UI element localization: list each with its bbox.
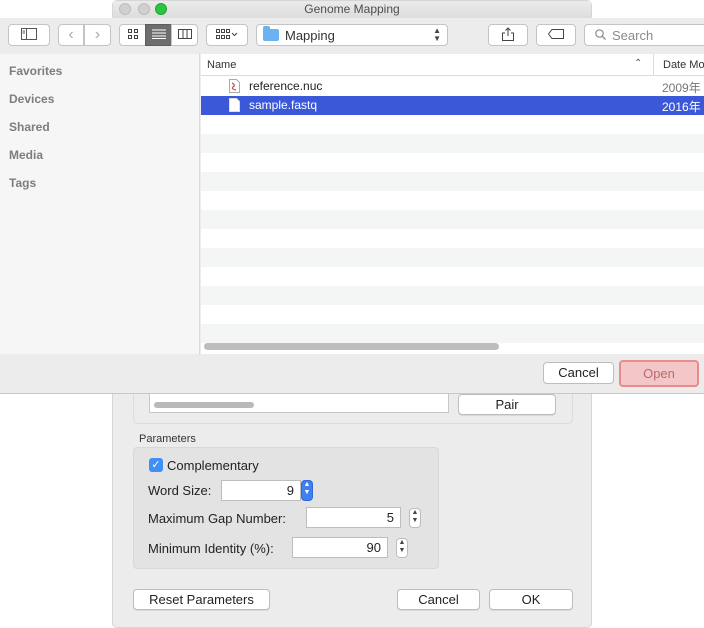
sidebar-item-devices[interactable]: Devices bbox=[9, 92, 54, 106]
date-column-header[interactable]: Date Mo bbox=[653, 54, 704, 76]
word-size-label: Word Size: bbox=[148, 483, 212, 498]
reset-parameters-button[interactable]: Reset Parameters bbox=[133, 589, 270, 610]
pair-button[interactable]: Pair bbox=[458, 394, 556, 415]
generic-file-icon bbox=[229, 98, 240, 112]
open-button[interactable]: Open bbox=[619, 360, 699, 387]
max-gap-label: Maximum Gap Number: bbox=[148, 511, 286, 526]
word-size-popup-arrows[interactable]: ▲ ▼ bbox=[301, 480, 313, 501]
folder-icon bbox=[263, 26, 279, 41]
sidebar-item-tags[interactable]: Tags bbox=[9, 176, 36, 190]
max-gap-field[interactable]: 5 bbox=[306, 507, 401, 528]
tags-button[interactable] bbox=[536, 24, 576, 46]
max-gap-stepper[interactable]: ▲ ▼ bbox=[409, 508, 421, 528]
empty-row bbox=[201, 172, 704, 191]
chevron-right-icon: › bbox=[94, 26, 101, 43]
close-window-button[interactable] bbox=[119, 3, 131, 15]
sidebar-item-media[interactable]: Media bbox=[9, 148, 43, 162]
name-column-header[interactable]: Name bbox=[207, 59, 236, 71]
file-list: Name ⌃ Date Mo reference.nuc 2009年 sampl… bbox=[201, 54, 704, 354]
tag-icon bbox=[547, 28, 564, 42]
word-size-field[interactable]: 9 bbox=[221, 480, 301, 501]
icon-view-icon bbox=[127, 28, 138, 42]
empty-row bbox=[201, 210, 704, 229]
search-placeholder: Search bbox=[612, 27, 654, 43]
sidebar-toggle-icon bbox=[21, 27, 37, 43]
empty-row bbox=[201, 286, 704, 305]
window-titlebar: Genome Mapping bbox=[113, 1, 591, 19]
dialog-ok-button[interactable]: OK bbox=[489, 589, 573, 610]
location-popup[interactable]: Mapping ▲ ▼ bbox=[256, 24, 448, 46]
sequence-list-scrollbar[interactable] bbox=[154, 402, 254, 408]
column-view-icon bbox=[177, 28, 192, 42]
arrange-menu-button[interactable] bbox=[206, 24, 248, 46]
empty-row bbox=[201, 324, 704, 343]
empty-row bbox=[201, 134, 704, 153]
parameters-group-label: Parameters bbox=[139, 433, 196, 445]
file-name: reference.nuc bbox=[249, 79, 323, 93]
search-icon bbox=[595, 28, 606, 43]
zoom-window-button[interactable] bbox=[155, 3, 167, 15]
min-identity-label: Minimum Identity (%): bbox=[148, 541, 274, 556]
min-identity-stepper[interactable]: ▲ ▼ bbox=[396, 538, 408, 558]
complementary-checkbox[interactable]: ✓ bbox=[149, 458, 163, 472]
search-field[interactable]: Search bbox=[584, 24, 704, 46]
file-list-horizontal-scrollbar[interactable] bbox=[204, 343, 499, 350]
list-view-icon bbox=[151, 28, 166, 42]
location-label: Mapping bbox=[285, 27, 335, 43]
file-list-header: Name ⌃ Date Mo bbox=[201, 54, 704, 76]
file-row[interactable]: reference.nuc 2009年 bbox=[201, 77, 704, 96]
dialog-cancel-button[interactable]: Cancel bbox=[397, 589, 480, 610]
window-title: Genome Mapping bbox=[304, 2, 400, 16]
file-date: 2016年 bbox=[662, 100, 701, 114]
popup-arrows-icon: ▲ ▼ bbox=[433, 26, 441, 43]
open-file-sheet: ‹ › Mapping ▲ ▼ Search Favorites Devices… bbox=[0, 18, 704, 394]
sidebar-item-favorites[interactable]: Favorites bbox=[9, 64, 62, 78]
sidebar: Favorites Devices Shared Media Tags bbox=[0, 54, 200, 354]
sidebar-toggle-button[interactable] bbox=[8, 24, 50, 46]
file-date: 2009年 bbox=[662, 81, 701, 95]
arrange-icon bbox=[216, 28, 238, 42]
nuc-file-icon bbox=[229, 79, 240, 93]
sheet-cancel-button[interactable]: Cancel bbox=[543, 362, 614, 384]
icon-view-button[interactable] bbox=[119, 24, 146, 46]
column-view-button[interactable] bbox=[171, 24, 198, 46]
sort-ascending-icon: ⌃ bbox=[634, 58, 643, 69]
share-button[interactable] bbox=[488, 24, 528, 46]
sidebar-item-shared[interactable]: Shared bbox=[9, 120, 50, 134]
back-button[interactable]: ‹ bbox=[58, 24, 84, 46]
sheet-toolbar: ‹ › Mapping ▲ ▼ Search bbox=[0, 18, 704, 53]
chevron-left-icon: ‹ bbox=[68, 26, 74, 43]
share-icon bbox=[502, 26, 514, 44]
complementary-label: Complementary bbox=[167, 458, 259, 473]
empty-row bbox=[201, 248, 704, 267]
file-name: sample.fastq bbox=[249, 98, 318, 112]
file-row-selected[interactable]: sample.fastq 2016年 bbox=[201, 96, 704, 115]
minimize-window-button[interactable] bbox=[138, 3, 150, 15]
min-identity-field[interactable]: 90 bbox=[292, 537, 388, 558]
forward-button[interactable]: › bbox=[84, 24, 111, 46]
list-view-button[interactable] bbox=[145, 24, 172, 46]
